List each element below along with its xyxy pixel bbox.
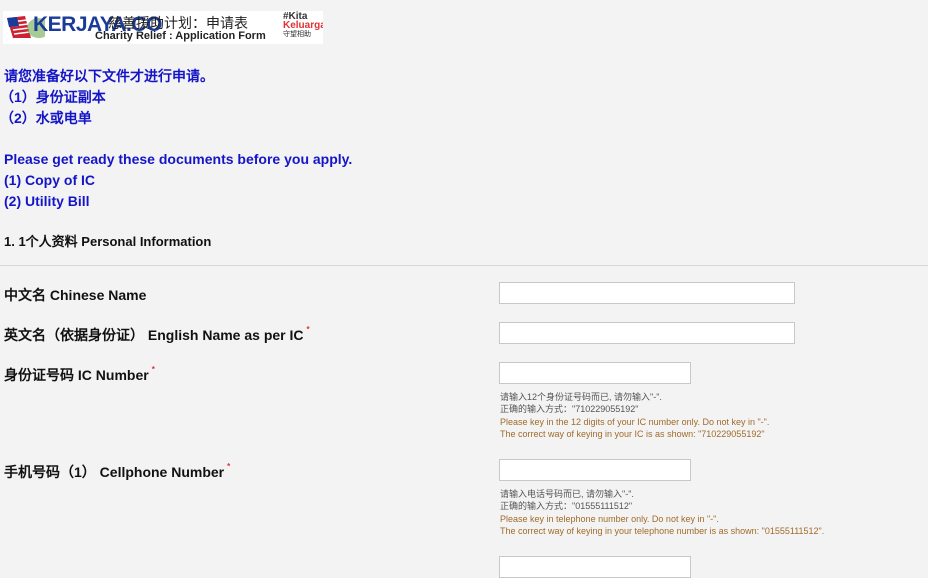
required-marker: * [151, 365, 155, 374]
cellphone-input[interactable] [499, 459, 691, 481]
notice-en-intro: Please get ready these documents before … [4, 151, 353, 167]
banner-subtitle: Charity Relief : Application Form [95, 30, 266, 42]
label-text: 身份证号码 IC Number [4, 367, 149, 383]
help-line: The correct way of keying in your IC is … [500, 428, 765, 439]
kita-keluarga-badge: #Kita Keluarga 守望相助 [283, 12, 323, 39]
help-line: 请输入电话号码而已, 请勿输入"-". [500, 489, 634, 499]
notice-en-item: (1) Copy of IC [4, 172, 95, 188]
chinese-name-input[interactable] [499, 282, 795, 304]
label-text: 英文名（依据身份证） English Name as per IC [4, 327, 304, 343]
badge-line: 守望相助 [283, 31, 311, 38]
notice-en-item: (2) Utility Bill [4, 193, 90, 209]
section-title: 1. 1个人资料 Personal Information [4, 234, 212, 249]
ic-number-help: 请输入12个身份证号码而已, 请勿输入"-". 正确的输入方式："7102290… [500, 391, 769, 440]
help-line: 请输入12个身份证号码而已, 请勿输入"-". [500, 392, 662, 402]
ic-number-label: 身份证号码 IC Number * [4, 365, 155, 385]
english-name-input[interactable] [499, 322, 795, 344]
cellphone-help: 请输入电话号码而已, 请勿输入"-". 正确的输入方式："01555111512… [500, 488, 824, 537]
help-line: Please key in telephone number only. Do … [500, 513, 719, 524]
help-line: 正确的输入方式："01555111512" [500, 501, 633, 512]
chinese-name-label: 中文名 Chinese Name [4, 285, 146, 305]
help-line: 正确的输入方式："710229055192" [500, 404, 639, 415]
required-marker: * [306, 325, 310, 334]
label-text: 手机号码（1） Cellphone Number [4, 464, 225, 480]
next-field-input[interactable] [499, 556, 691, 578]
header-banner: KERJAYA.CO 慈善援助计划：申请表 Charity Relief : A… [3, 11, 323, 44]
english-name-label: 英文名（依据身份证） English Name as per IC * [4, 325, 310, 345]
cellphone-label: 手机号码（1） Cellphone Number * [4, 462, 230, 482]
help-line: Please key in the 12 digits of your IC n… [500, 416, 770, 427]
notice-cn-intro: 请您准备好以下文件才进行申请。 [4, 68, 214, 84]
notice-cn-item: （2）水或电单 [0, 110, 92, 126]
help-line: The correct way of keying in your teleph… [500, 525, 825, 536]
ic-number-input[interactable] [499, 362, 691, 384]
label-text: 中文名 Chinese Name [4, 287, 147, 303]
required-marker: * [227, 462, 231, 471]
divider [0, 265, 928, 266]
notice-cn-item: （1）身份证副本 [0, 89, 106, 105]
badge-line: Keluarga [283, 20, 323, 31]
